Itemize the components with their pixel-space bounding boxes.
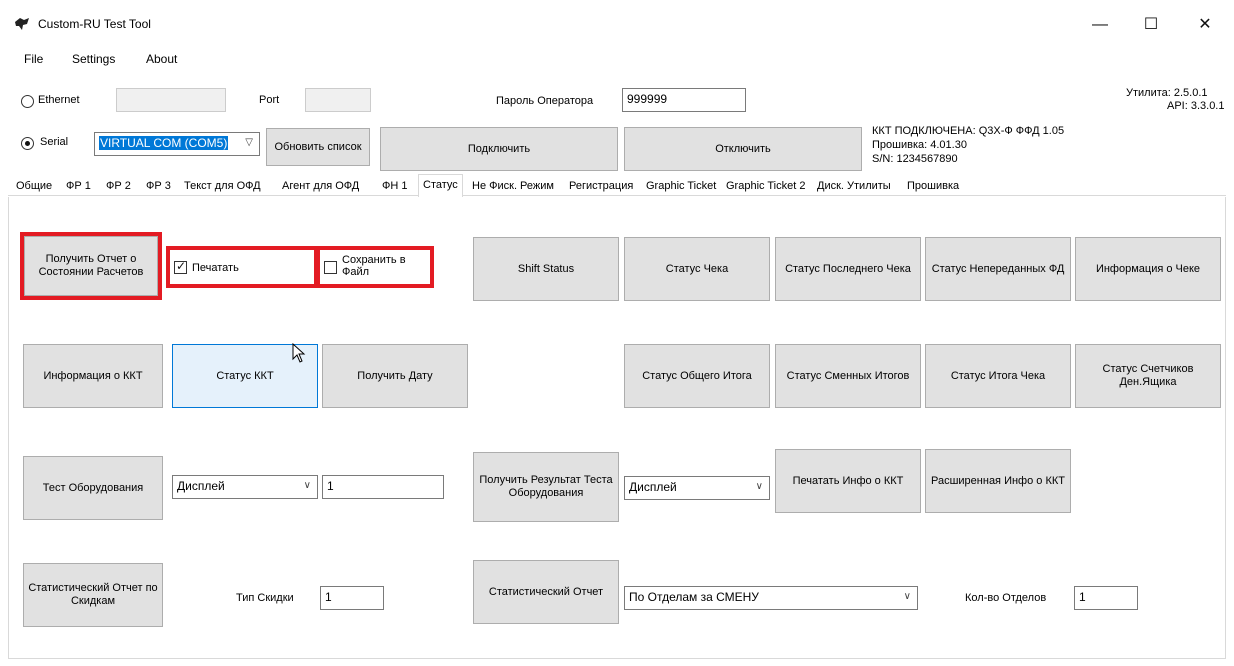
tab-registration[interactable]: Регистрация [565, 178, 637, 196]
mouse-cursor-icon [292, 343, 306, 363]
ethernet-ip-field[interactable] [116, 88, 226, 112]
port-field[interactable] [305, 88, 371, 112]
ethernet-radio[interactable] [21, 95, 34, 108]
stat-report-button[interactable]: Статистический Отчет [473, 560, 619, 624]
ethernet-label: Ethernet [38, 94, 80, 106]
title-bar [0, 0, 1234, 46]
firmware-version: Прошивка: 4.01.30 [872, 139, 967, 151]
tab-graphic-ticket[interactable]: Graphic Ticket [642, 178, 720, 196]
print-kkt-info-button[interactable]: Печатать Инфо о ККТ [775, 449, 921, 513]
get-date-button[interactable]: Получить Дату [322, 344, 468, 408]
connect-button[interactable]: Подключить [380, 127, 618, 171]
cash-drawer-counters-button[interactable]: Статус Счетчиков Ден.Ящика [1075, 344, 1221, 408]
dropdown-caret-icon: ▽ [245, 137, 253, 148]
test-result-device-value: Дисплей [629, 480, 677, 494]
dropdown-caret-icon: ∨ [755, 481, 763, 492]
dropdown-caret-icon: ∨ [303, 480, 311, 491]
tab-fr2[interactable]: ФР 2 [102, 178, 135, 196]
minimize-button[interactable]: — [1080, 10, 1120, 40]
shift-status-button[interactable]: Shift Status [473, 237, 619, 301]
tab-fr1[interactable]: ФР 1 [62, 178, 95, 196]
get-settlement-report-button[interactable]: Получить Отчет о Состоянии Расчетов [24, 236, 158, 296]
serial-port-value: VIRTUAL COM (COM5) [99, 136, 229, 150]
test-result-device-select[interactable]: Дисплей ∨ [624, 476, 770, 500]
tab-graphic-ticket-2[interactable]: Graphic Ticket 2 [722, 178, 809, 196]
dropdown-caret-icon: ∨ [903, 591, 911, 602]
menu-about[interactable]: About [146, 52, 177, 66]
receipt-status-button[interactable]: Статус Чека [624, 237, 770, 301]
tab-firmware[interactable]: Прошивка [903, 178, 963, 196]
discount-type-label: Тип Скидки [236, 592, 294, 604]
hardware-test-device-select[interactable]: Дисплей ∨ [172, 475, 318, 499]
receipt-total-status-button[interactable]: Статус Итога Чека [925, 344, 1071, 408]
tab-ofd-agent[interactable]: Агент для ОФД [278, 178, 363, 196]
departments-count-field[interactable]: 1 [1074, 586, 1138, 610]
password-label: Пароль Оператора [496, 95, 594, 107]
total-status-button[interactable]: Статус Общего Итога [624, 344, 770, 408]
tab-ofd-text[interactable]: Текст для ОФД [180, 178, 265, 196]
save-to-file-label: Сохранить в Файл [342, 254, 406, 279]
highlight-print-box [166, 246, 318, 288]
port-label: Port [259, 94, 280, 106]
hardware-test-param-field[interactable]: 1 [322, 475, 444, 499]
shift-totals-status-button[interactable]: Статус Сменных Итогов [775, 344, 921, 408]
password-field[interactable]: 999999 [622, 88, 746, 112]
menu-file[interactable]: File [24, 52, 43, 66]
tab-general[interactable]: Общие [12, 178, 56, 196]
refresh-list-button[interactable]: Обновить список [266, 128, 370, 166]
receipt-info-button[interactable]: Информация о Чеке [1075, 237, 1221, 301]
maximize-button[interactable]: ☐ [1131, 10, 1171, 40]
api-version: API: 3.3.0.1 [1167, 100, 1225, 112]
print-checkbox-label: Печатать [192, 262, 239, 274]
discount-report-button[interactable]: Статистический Отчет по Скидкам [23, 563, 163, 627]
departments-count-label: Кол-во Отделов [965, 592, 1047, 604]
menu-settings[interactable]: Settings [72, 52, 115, 66]
tab-fr3[interactable]: ФР 3 [142, 178, 175, 196]
hardware-test-button[interactable]: Тест Оборудования [23, 456, 163, 520]
kkt-connection-status: ККТ ПОДКЛЮЧЕНА: Q3X-Ф ФФД 1.05 [872, 125, 1065, 137]
get-test-result-button[interactable]: Получить Результат Теста Оборудования [473, 452, 619, 522]
tab-fn1[interactable]: ФН 1 [378, 178, 411, 196]
kkt-info-button[interactable]: Информация о ККТ [23, 344, 163, 408]
hardware-test-device-value: Дисплей [177, 479, 225, 493]
serial-number: S/N: 1234567890 [872, 153, 958, 165]
serial-port-select[interactable]: VIRTUAL COM (COM5) ▽ [94, 132, 260, 156]
disconnect-button[interactable]: Отключить [624, 127, 862, 171]
discount-type-field[interactable]: 1 [320, 586, 384, 610]
stat-report-mode-select[interactable]: По Отделам за СМЕНУ ∨ [624, 586, 918, 610]
extended-kkt-info-button[interactable]: Расширенная Инфо о ККТ [925, 449, 1071, 513]
serial-label: Serial [40, 136, 69, 148]
close-button[interactable]: ✕ [1185, 10, 1225, 40]
stat-report-mode-value: По Отделам за СМЕНУ [629, 590, 759, 604]
utility-version: Утилита: 2.5.0.1 [1126, 87, 1208, 99]
app-logo-icon [15, 18, 29, 30]
print-checkbox[interactable] [174, 259, 187, 274]
last-receipt-status-button[interactable]: Статус Последнего Чека [775, 237, 921, 301]
serial-radio[interactable] [21, 137, 34, 150]
window-title: Custom-RU Test Tool [38, 17, 151, 31]
tab-status[interactable]: Статус [418, 174, 463, 198]
tab-nonfiscal[interactable]: Не Фиск. Режим [468, 178, 558, 196]
tab-disk-utilities[interactable]: Диск. Утилиты [813, 178, 895, 196]
save-to-file-checkbox[interactable] [324, 261, 337, 274]
unsent-fd-status-button[interactable]: Статус Непереданных ФД [925, 237, 1071, 301]
